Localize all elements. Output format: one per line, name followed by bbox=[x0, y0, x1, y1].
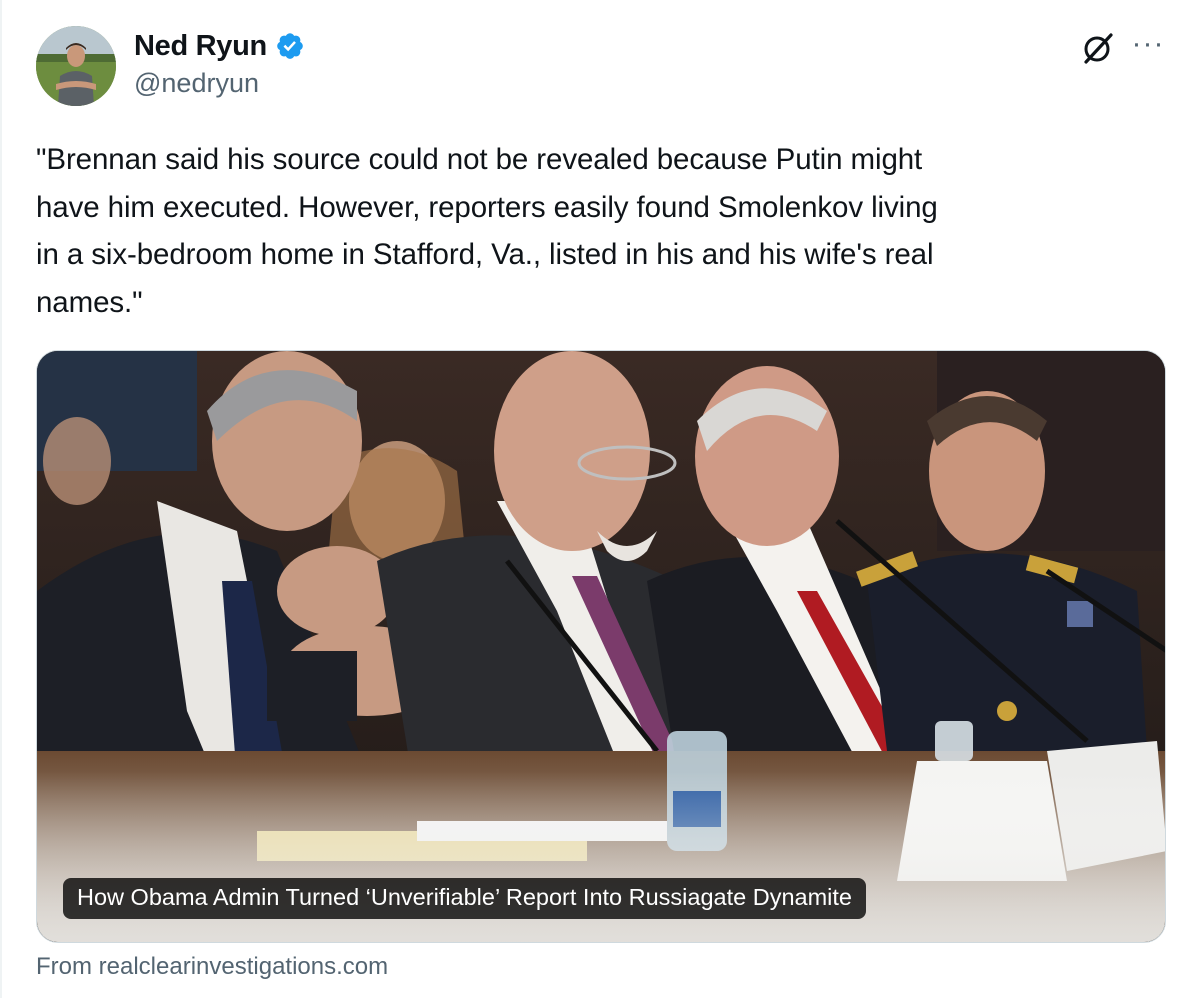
hearing-photo bbox=[37, 351, 1165, 942]
avatar[interactable] bbox=[36, 26, 116, 106]
more-options-icon[interactable]: ··· bbox=[1128, 29, 1168, 64]
link-card[interactable]: How Obama Admin Turned ‘Unverifiable’ Re… bbox=[36, 350, 1166, 943]
author-handle[interactable]: @nedryun bbox=[134, 68, 305, 99]
tweet-text: "Brennan said his source could not be re… bbox=[36, 143, 938, 319]
tweet: Ned Ryun @nedryun ··· "Brennan said his … bbox=[0, 0, 1198, 998]
divider bbox=[0, 0, 2, 998]
verified-badge-icon bbox=[275, 31, 305, 61]
card-source[interactable]: From realclearinvestigations.com bbox=[36, 953, 388, 981]
grok-icon[interactable] bbox=[1080, 30, 1116, 66]
author-block: Ned Ryun @nedryun bbox=[134, 26, 305, 99]
author-name[interactable]: Ned Ryun bbox=[134, 30, 267, 63]
avatar-image bbox=[36, 26, 116, 106]
card-headline[interactable]: How Obama Admin Turned ‘Unverifiable’ Re… bbox=[63, 878, 866, 919]
